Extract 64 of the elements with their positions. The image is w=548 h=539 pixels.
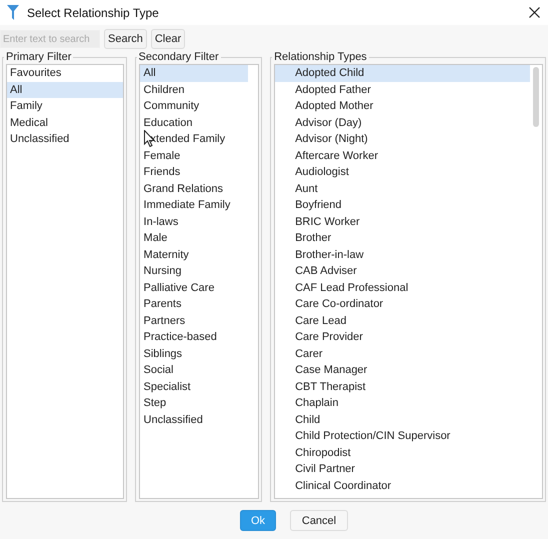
list-item[interactable]: Civil Partner: [275, 461, 530, 478]
list-item[interactable]: Practice-based: [140, 329, 248, 346]
list-item[interactable]: Care Lead: [275, 312, 530, 329]
list-item[interactable]: In-laws: [140, 214, 248, 230]
list-item[interactable]: Specialist: [140, 378, 248, 395]
list-item[interactable]: Community: [140, 98, 248, 114]
list-item[interactable]: Carer: [275, 346, 530, 362]
list-item[interactable]: Children: [140, 82, 248, 98]
list-item[interactable]: xtended Family: [140, 131, 248, 148]
group-label: Primary Filter: [5, 51, 72, 63]
list-item[interactable]: Boyfriend: [275, 197, 530, 214]
list-item[interactable]: Unclassified: [7, 131, 123, 148]
list-item[interactable]: Family: [7, 98, 123, 114]
close-icon[interactable]: [529, 7, 540, 18]
dialog-button[interactable]: Cancel: [290, 510, 348, 531]
list-item[interactable]: Unclassified: [140, 412, 248, 428]
list-item[interactable]: Chaplain: [275, 395, 530, 412]
list-item[interactable]: Brother: [275, 230, 530, 246]
list-item[interactable]: CAF Lead Professional: [275, 280, 530, 296]
list-item[interactable]: Parents: [140, 296, 248, 312]
list-item[interactable]: CBT Therapist: [275, 378, 530, 395]
list-item[interactable]: Advisor (Night): [275, 131, 530, 148]
toolbar-button[interactable]: Search: [104, 29, 147, 49]
list-item[interactable]: Adopted Child: [275, 65, 530, 82]
list-item[interactable]: Adopted Father: [275, 82, 530, 98]
list-item[interactable]: Child Protection/CIN Supervisor: [275, 428, 530, 444]
list-item[interactable]: Social: [140, 362, 248, 378]
list-item[interactable]: Brother-in-law: [275, 246, 530, 263]
list-item[interactable]: Maternity: [140, 246, 248, 263]
window-title: Select Relationship Type: [27, 6, 159, 20]
list-item[interactable]: Aftercare Worker: [275, 148, 530, 164]
list-item[interactable]: Nursing: [140, 263, 248, 280]
search-field[interactable]: Enter text to search: [0, 30, 100, 48]
list-item[interactable]: Medical: [7, 114, 123, 131]
list-item[interactable]: Palliative Care: [140, 280, 248, 296]
group-label: Secondary Filter: [138, 51, 220, 63]
list-item[interactable]: Aunt: [275, 180, 530, 197]
list-item[interactable]: Case Manager: [275, 362, 530, 378]
list-item[interactable]: Child: [275, 412, 530, 428]
list-item[interactable]: Step: [140, 395, 248, 412]
list-item[interactable]: All: [7, 82, 123, 98]
list-item[interactable]: BRIC Worker: [275, 214, 530, 230]
list-item[interactable]: Advisor (Day): [275, 114, 530, 131]
list-item[interactable]: Care Provider: [275, 329, 530, 346]
list-item[interactable]: Immediate Family: [140, 197, 248, 214]
funnel-icon: [7, 5, 19, 20]
scrollbar-thumb[interactable]: [533, 67, 539, 127]
list-item[interactable]: Female: [140, 148, 248, 164]
list-item[interactable]: Clinical Coordinator: [275, 478, 530, 494]
list-item[interactable]: Partners: [140, 312, 248, 329]
list-item[interactable]: CAB Adviser: [275, 263, 530, 280]
list-item[interactable]: Education: [140, 114, 248, 131]
list-item[interactable]: Chiropodist: [275, 444, 530, 461]
list-item[interactable]: Care Co-ordinator: [275, 296, 530, 312]
group-label: Relationship Types: [273, 51, 368, 63]
list-item[interactable]: All: [140, 65, 248, 82]
toolbar-button[interactable]: Clear: [150, 29, 186, 49]
list-item[interactable]: Siblings: [140, 346, 248, 362]
list-item[interactable]: Adopted Mother: [275, 98, 530, 114]
list-item[interactable]: Audiologist: [275, 164, 530, 180]
list-item[interactable]: Male: [140, 230, 248, 246]
list-item[interactable]: Favourites: [7, 65, 123, 82]
list-item[interactable]: Grand Relations: [140, 180, 248, 197]
list-item[interactable]: Friends: [140, 164, 248, 180]
